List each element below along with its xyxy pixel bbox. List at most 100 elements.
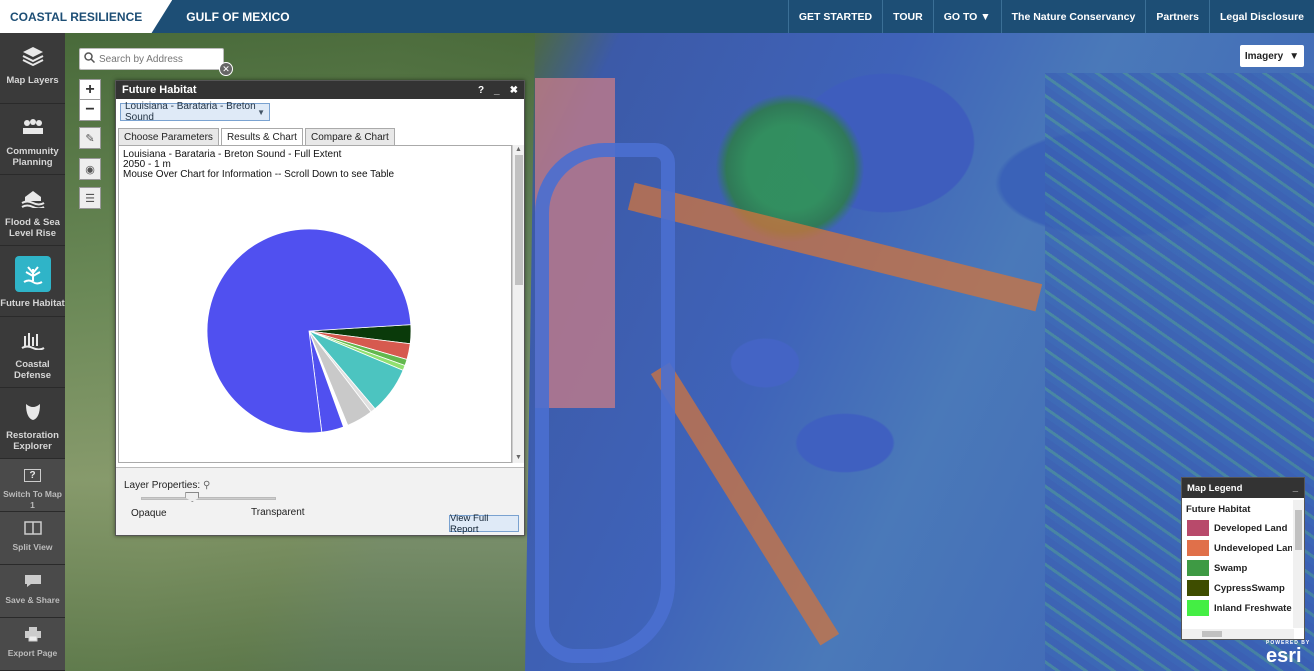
- basemap-selector[interactable]: Imagery ▼: [1240, 45, 1304, 67]
- nav-item[interactable]: GET STARTED: [787, 0, 882, 33]
- app-title[interactable]: COASTAL RESILIENCE: [0, 0, 173, 33]
- split-view-button[interactable]: Split View: [0, 512, 65, 565]
- nav-item[interactable]: TOUR: [882, 0, 933, 33]
- sidebar-item-label: Future Habitat: [0, 298, 65, 309]
- identify-tool-button[interactable]: ◉: [79, 158, 101, 180]
- caret-down-icon: ▼: [1289, 50, 1300, 62]
- scroll-thumb[interactable]: [1295, 510, 1302, 550]
- legend-label: Swamp: [1214, 562, 1248, 574]
- chat-bubble-icon: [22, 571, 44, 591]
- sidebar-item-community-planning[interactable]: Community Planning: [0, 104, 65, 175]
- region-select[interactable]: Louisiana - Barataria - Breton Sound ▼: [120, 101, 270, 123]
- sidebar-item-label: Coastal Defense: [14, 359, 51, 381]
- scroll-up-icon[interactable]: ▲: [515, 146, 522, 153]
- search-input[interactable]: [99, 53, 217, 65]
- legend-swatch: [1187, 520, 1209, 536]
- sidebar-item-flood-sea-level-rise[interactable]: Flood & Sea Level Rise: [0, 175, 65, 246]
- results-content[interactable]: Louisiana - Barataria - Breton Sound - F…: [118, 145, 512, 463]
- layer-properties-section: Layer Properties: ⚲ Opaque Transparent V…: [116, 467, 524, 535]
- opacity-slider-track[interactable]: [141, 497, 276, 500]
- legend-swatch: [1187, 580, 1209, 596]
- opacity-min-label: Opaque: [131, 508, 167, 519]
- left-sidebar: Map Layers Community Planning Flood & Se…: [0, 33, 65, 671]
- view-full-report-button[interactable]: View Full Report: [449, 513, 519, 535]
- tab-results-chart[interactable]: Results & Chart: [220, 128, 303, 145]
- nav-item[interactable]: Legal Disclosure: [1208, 0, 1314, 33]
- legend-label: CypressSwamp: [1214, 582, 1285, 594]
- flood-icon: [20, 185, 46, 211]
- legend-item: CypressSwamp: [1182, 578, 1292, 598]
- nav-item[interactable]: GO TO ▼: [932, 0, 1001, 33]
- legend-header[interactable]: Map Legend _: [1182, 478, 1304, 498]
- map-undeveloped-strip: [650, 362, 840, 646]
- sidebar-item-label: Community Planning: [6, 146, 59, 168]
- legend-label: Inland Freshwater Marsh: [1214, 602, 1292, 614]
- scroll-down-icon[interactable]: ▼: [515, 454, 522, 461]
- opacity-max-label: Transparent: [251, 507, 305, 518]
- printer-icon: [22, 624, 44, 644]
- layer-properties-label: Layer Properties: ⚲: [124, 480, 211, 491]
- legend-label: Undeveloped Land: [1214, 542, 1292, 554]
- split-view-icon: [22, 518, 44, 538]
- coastal-defense-icon: [20, 327, 46, 353]
- scroll-thumb[interactable]: [515, 155, 523, 285]
- future-habitat-panel: Future Habitat ? _ ✖ Louisiana - Baratar…: [115, 80, 525, 536]
- legend-scrollbar[interactable]: [1293, 500, 1304, 628]
- tab-choose-parameters[interactable]: Choose Parameters: [118, 128, 219, 145]
- legend-label: Developed Land: [1214, 522, 1288, 534]
- sidebar-item-coastal-defense[interactable]: Coastal Defense: [0, 317, 65, 388]
- legend-swatch: [1187, 600, 1209, 616]
- legend-item: Developed Land: [1182, 518, 1292, 538]
- map-river: [535, 143, 675, 663]
- community-icon: [20, 114, 46, 140]
- legend-toggle-button[interactable]: ☰: [79, 187, 101, 209]
- export-page-button[interactable]: Export Page: [0, 618, 65, 671]
- legend-swatch: [1187, 560, 1209, 576]
- results-scrollbar[interactable]: ▲ ▼: [512, 145, 524, 463]
- tab-compare-chart[interactable]: Compare & Chart: [304, 128, 395, 145]
- habitat-pie-chart[interactable]: [204, 226, 414, 436]
- map-legend: Map Legend _ Future Habitat Developed La…: [1181, 477, 1305, 640]
- sidebar-item-label: Flood & Sea Level Rise: [5, 217, 60, 239]
- panel-title: Future Habitat: [122, 84, 197, 96]
- help-icon[interactable]: ?: [478, 85, 484, 96]
- legend-horizontal-scrollbar[interactable]: [1182, 629, 1294, 639]
- clear-search-icon[interactable]: ✕: [219, 62, 233, 76]
- sidebar-item-restoration-explorer[interactable]: Restoration Explorer: [0, 388, 65, 459]
- legend-item: Swamp: [1182, 558, 1292, 578]
- save-share-button[interactable]: Save & Share: [0, 565, 65, 618]
- search-icon: [84, 52, 96, 66]
- legend-swatch: [1187, 540, 1209, 556]
- zoom-in-button[interactable]: +: [79, 79, 101, 101]
- ruler-icon: ✎: [85, 132, 95, 145]
- habitat-icon: [14, 256, 51, 292]
- minimize-icon[interactable]: _: [1293, 483, 1298, 494]
- globe-icon: ◉: [85, 163, 95, 176]
- info-line: Mouse Over Chart for Information -- Scro…: [123, 169, 395, 180]
- sidebar-item-map-layers[interactable]: Map Layers: [0, 33, 65, 104]
- scroll-thumb[interactable]: [1202, 631, 1222, 637]
- zoom-magnifier-icon[interactable]: ⚲: [203, 480, 210, 491]
- info-line: Louisiana - Barataria - Breton Sound - F…: [123, 149, 342, 160]
- switch-map-icon: ?: [22, 465, 44, 485]
- address-search: [79, 48, 224, 70]
- close-icon[interactable]: ✖: [510, 85, 518, 96]
- minimize-icon[interactable]: _: [494, 85, 500, 96]
- main-nav: GET STARTED TOUR GO TO ▼ The Nature Conserv…: [787, 0, 1314, 33]
- sidebar-item-future-habitat[interactable]: Future Habitat: [0, 246, 65, 317]
- zoom-out-button[interactable]: −: [79, 99, 101, 121]
- sidebar-item-label: Restoration Explorer: [6, 430, 59, 452]
- panel-header[interactable]: Future Habitat ? _ ✖: [116, 81, 524, 99]
- opacity-slider-handle[interactable]: [185, 492, 200, 502]
- chevron-down-icon: ▼: [257, 107, 265, 117]
- panel-tabs: Choose Parameters Results & Chart Compar…: [118, 128, 395, 145]
- measure-tool-button[interactable]: ✎: [79, 127, 101, 149]
- list-icon: ☰: [85, 192, 95, 205]
- esri-logo: POWERED BY esri: [1266, 640, 1311, 667]
- nav-item[interactable]: The Nature Conservancy: [1000, 0, 1146, 33]
- switch-map-button[interactable]: ? Switch To Map 1: [0, 459, 65, 512]
- legend-subtitle: Future Habitat: [1186, 504, 1251, 515]
- nav-item[interactable]: Partners: [1145, 0, 1209, 33]
- region-title[interactable]: GULF OF MEXICO: [186, 10, 289, 24]
- legend-item: Undeveloped Land: [1182, 538, 1292, 558]
